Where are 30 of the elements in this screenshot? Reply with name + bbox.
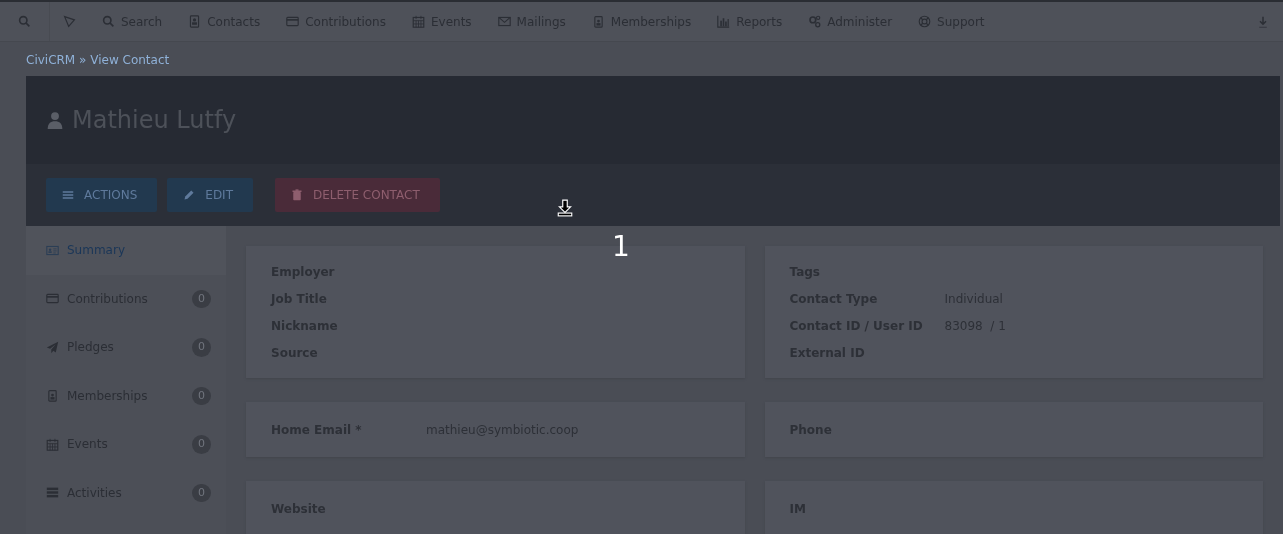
search-icon	[18, 15, 31, 28]
calendar-icon	[46, 437, 59, 451]
search-icon	[102, 15, 115, 28]
step-number: 1	[612, 229, 630, 265]
breadcrumb-separator: »	[79, 53, 87, 67]
breadcrumb-link[interactable]: CiviCRM	[26, 53, 76, 67]
actions-button[interactable]: ACTIONS	[46, 178, 158, 212]
person-icon	[46, 109, 64, 131]
paper-plane-icon	[46, 340, 59, 354]
trash-icon	[291, 189, 303, 201]
gears-icon	[808, 15, 822, 28]
edit-button[interactable]: EDIT	[167, 178, 253, 212]
badge-icon	[46, 389, 59, 403]
lifebuoy-icon	[918, 15, 932, 28]
id-card-icon	[46, 243, 59, 257]
logo-icon	[63, 15, 76, 28]
download-icon	[1257, 15, 1269, 28]
bar-chart-icon	[717, 15, 731, 28]
delete-button[interactable]: DELETE CONTACT	[275, 178, 440, 212]
credit-card-icon	[286, 15, 300, 28]
envelope-icon	[497, 15, 511, 28]
badge-icon	[591, 15, 605, 28]
cursor-icon	[556, 199, 574, 217]
list-icon	[46, 486, 59, 500]
contact-card-icon	[188, 15, 202, 28]
pencil-icon	[183, 189, 196, 201]
menu-icon	[62, 189, 74, 201]
breadcrumb-link[interactable]: View Contact	[90, 53, 170, 67]
credit-card-icon	[46, 292, 59, 306]
calendar-icon	[411, 15, 425, 28]
